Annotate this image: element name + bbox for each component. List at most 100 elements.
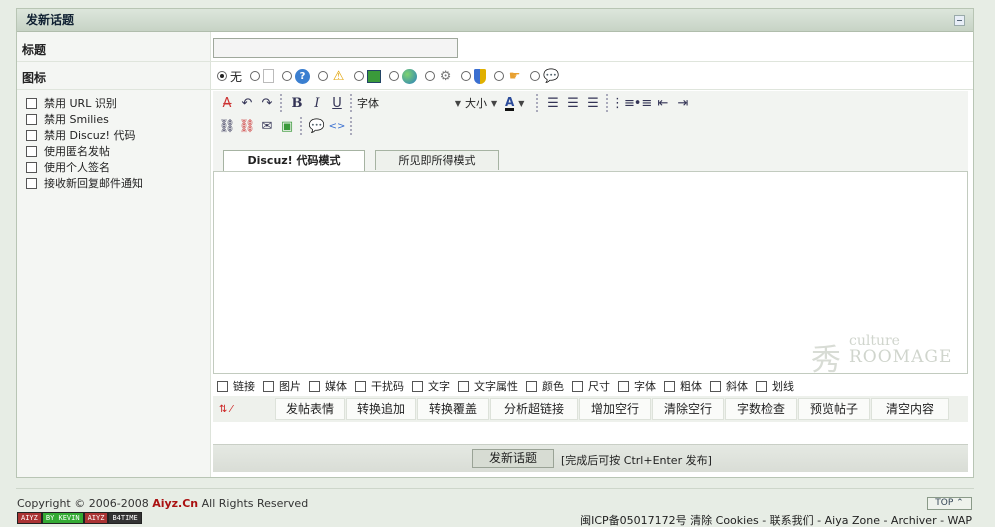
icon-option[interactable]: ☛ [494, 69, 522, 84]
size-select[interactable]: 大小 ▼ [465, 94, 505, 112]
checkbox[interactable] [26, 161, 37, 173]
tab-wysiwyg-mode[interactable]: 所见即所得模式 [375, 150, 499, 170]
checkbox[interactable] [526, 380, 537, 392]
checkbox[interactable] [458, 380, 469, 392]
icon-option-none[interactable]: 无 [217, 68, 242, 85]
option-item[interactable]: 禁用 Smilies [26, 111, 143, 127]
badge[interactable]: AIYZ [17, 512, 42, 524]
tab-code-mode[interactable]: Discuz! 代码模式 [223, 150, 365, 171]
icon-option[interactable] [389, 68, 418, 84]
subject-input[interactable] [213, 38, 458, 58]
font-select[interactable]: 字体 ▼ [357, 94, 461, 112]
checkbox[interactable] [756, 380, 767, 392]
option-item[interactable]: 禁用 URL 识别 [26, 95, 143, 111]
radio-button[interactable] [250, 71, 261, 81]
convert-append-button[interactable]: 转换追加 [346, 398, 416, 420]
radio-button[interactable] [530, 71, 541, 81]
submit-button[interactable]: 发新话题 [472, 449, 554, 468]
checkbox[interactable] [26, 177, 37, 189]
radio-button[interactable] [461, 71, 472, 81]
radio-button[interactable] [389, 71, 400, 81]
remove-format-icon[interactable]: A̶ [217, 93, 237, 113]
code-option[interactable]: 图片 [263, 378, 301, 394]
clear-content-button[interactable]: 清空内容 [871, 398, 949, 420]
checkbox[interactable] [412, 380, 423, 392]
code-option[interactable]: 粗体 [664, 378, 702, 394]
icon-option[interactable] [354, 69, 382, 83]
italic-icon[interactable]: I [307, 93, 327, 113]
checkbox[interactable] [572, 380, 583, 392]
checkbox[interactable] [26, 97, 37, 109]
underline-icon[interactable]: U [327, 93, 347, 113]
parse-links-button[interactable]: 分析超链接 [490, 398, 578, 420]
checkbox[interactable] [217, 380, 228, 392]
checkbox[interactable] [664, 380, 675, 392]
convert-overwrite-button[interactable]: 转换覆盖 [417, 398, 489, 420]
code-option[interactable]: 媒体 [309, 378, 347, 394]
badge[interactable]: BY KEVIN [41, 512, 84, 524]
radio-button[interactable] [494, 71, 505, 81]
code-option[interactable]: 干扰码 [355, 378, 404, 394]
badge[interactable]: B4TIME [108, 512, 142, 524]
option-item[interactable]: 使用个人签名 [26, 159, 143, 175]
word-count-button[interactable]: 字数检查 [725, 398, 797, 420]
unlink-icon[interactable]: ⛓ [237, 116, 257, 136]
back-to-top-button[interactable]: TOP ⌃ [927, 497, 972, 510]
email-icon[interactable]: ✉ [257, 116, 277, 136]
icon-option[interactable] [461, 68, 487, 84]
option-item[interactable]: 接收新回复邮件通知 [26, 175, 143, 191]
radio-button[interactable] [217, 71, 227, 81]
brand-link[interactable]: Aiyz.Cn [152, 497, 198, 510]
code-option[interactable]: 文字属性 [458, 378, 518, 394]
option-item[interactable]: 使用匿名发帖 [26, 143, 143, 159]
icon-option[interactable]: ? [282, 68, 311, 84]
badge[interactable]: AIYZ [83, 512, 109, 524]
code-option[interactable]: 尺寸 [572, 378, 610, 394]
checkbox[interactable] [26, 145, 37, 157]
checkbox[interactable] [263, 380, 274, 392]
font-color-select[interactable]: A ▼ [505, 94, 533, 112]
code-option[interactable]: 划线 [756, 378, 794, 394]
emoticon-button[interactable]: 发帖表情 [275, 398, 345, 420]
code-icon[interactable]: <> [327, 116, 347, 136]
undo-icon[interactable]: ↶ [237, 93, 257, 113]
radio-button[interactable] [282, 71, 293, 81]
align-left-icon[interactable]: ☰ [543, 93, 563, 113]
align-center-icon[interactable]: ☰ [563, 93, 583, 113]
code-option[interactable]: 字体 [618, 378, 656, 394]
option-item[interactable]: 禁用 Discuz! 代码 [26, 127, 143, 143]
add-blank-lines-button[interactable]: 增加空行 [579, 398, 651, 420]
icon-option[interactable]: 💬 [530, 69, 559, 84]
checkbox[interactable] [309, 380, 320, 392]
checkbox[interactable] [710, 380, 721, 392]
checkbox[interactable] [355, 380, 366, 392]
code-option[interactable]: 链接 [217, 378, 255, 394]
preview-button[interactable]: 预览帖子 [798, 398, 870, 420]
radio-button[interactable] [425, 71, 436, 81]
indent-icon[interactable]: ⇥ [673, 93, 693, 113]
radio-button[interactable] [354, 71, 365, 81]
unordered-list-icon[interactable]: •≡ [633, 93, 653, 113]
icon-option[interactable]: ⚠ [318, 69, 346, 84]
checkbox[interactable] [26, 129, 37, 141]
resize-icon[interactable]: ⇅ ⁄ [213, 397, 275, 421]
checkbox[interactable] [26, 113, 37, 125]
collapse-icon[interactable] [954, 15, 965, 26]
ordered-list-icon[interactable]: ⋮≡ [611, 93, 635, 113]
outdent-icon[interactable]: ⇤ [653, 93, 673, 113]
link-icon[interactable]: ⛓ [217, 116, 237, 136]
remove-blank-lines-button[interactable]: 清除空行 [652, 398, 724, 420]
icon-option[interactable]: ⚙ [425, 69, 453, 84]
code-option[interactable]: 颜色 [526, 378, 564, 394]
bold-icon[interactable]: B [287, 93, 307, 113]
checkbox[interactable] [618, 380, 629, 392]
align-right-icon[interactable]: ☰ [583, 93, 603, 113]
code-option[interactable]: 文字 [412, 378, 450, 394]
insert-image-icon[interactable]: ▣ [277, 116, 297, 136]
message-textarea[interactable]: 秀 culture ROOMAGE [213, 171, 968, 378]
quote-icon[interactable]: 💬 [307, 116, 327, 136]
icon-option[interactable] [250, 69, 275, 83]
radio-button[interactable] [318, 71, 329, 81]
redo-icon[interactable]: ↷ [257, 93, 277, 113]
code-option[interactable]: 斜体 [710, 378, 748, 394]
